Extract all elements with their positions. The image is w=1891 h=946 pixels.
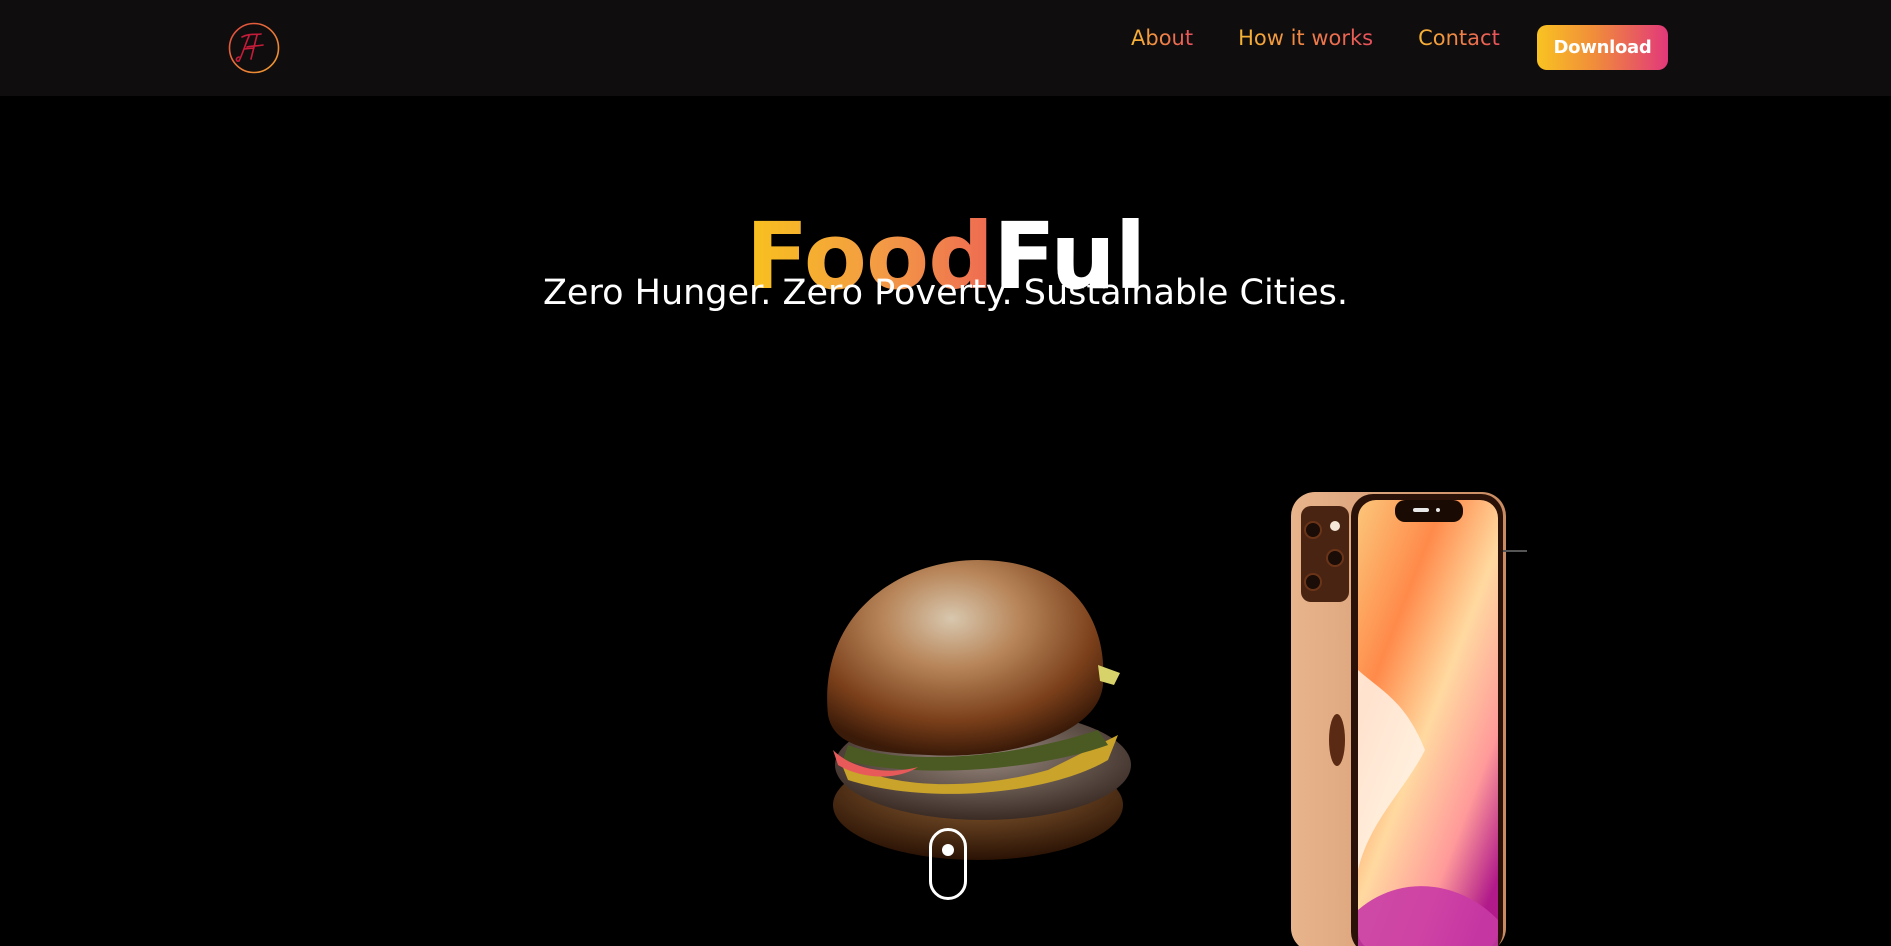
navbar: About How it works Contact Download <box>0 0 1891 96</box>
scroll-mouse-icon[interactable] <box>928 827 968 901</box>
burger-image <box>827 560 1131 860</box>
phone-image <box>1291 492 1527 946</box>
logo-icon[interactable] <box>227 21 281 75</box>
nav-links: About How it works Contact <box>1131 26 1500 50</box>
hero-tagline: Zero Hunger. Zero Poverty. Sustainable C… <box>542 273 1349 313</box>
nav-link-how-it-works[interactable]: How it works <box>1238 26 1373 50</box>
nav-link-about[interactable]: About <box>1131 26 1193 50</box>
nav-link-contact[interactable]: Contact <box>1418 26 1500 50</box>
download-button[interactable]: Download <box>1537 25 1668 70</box>
